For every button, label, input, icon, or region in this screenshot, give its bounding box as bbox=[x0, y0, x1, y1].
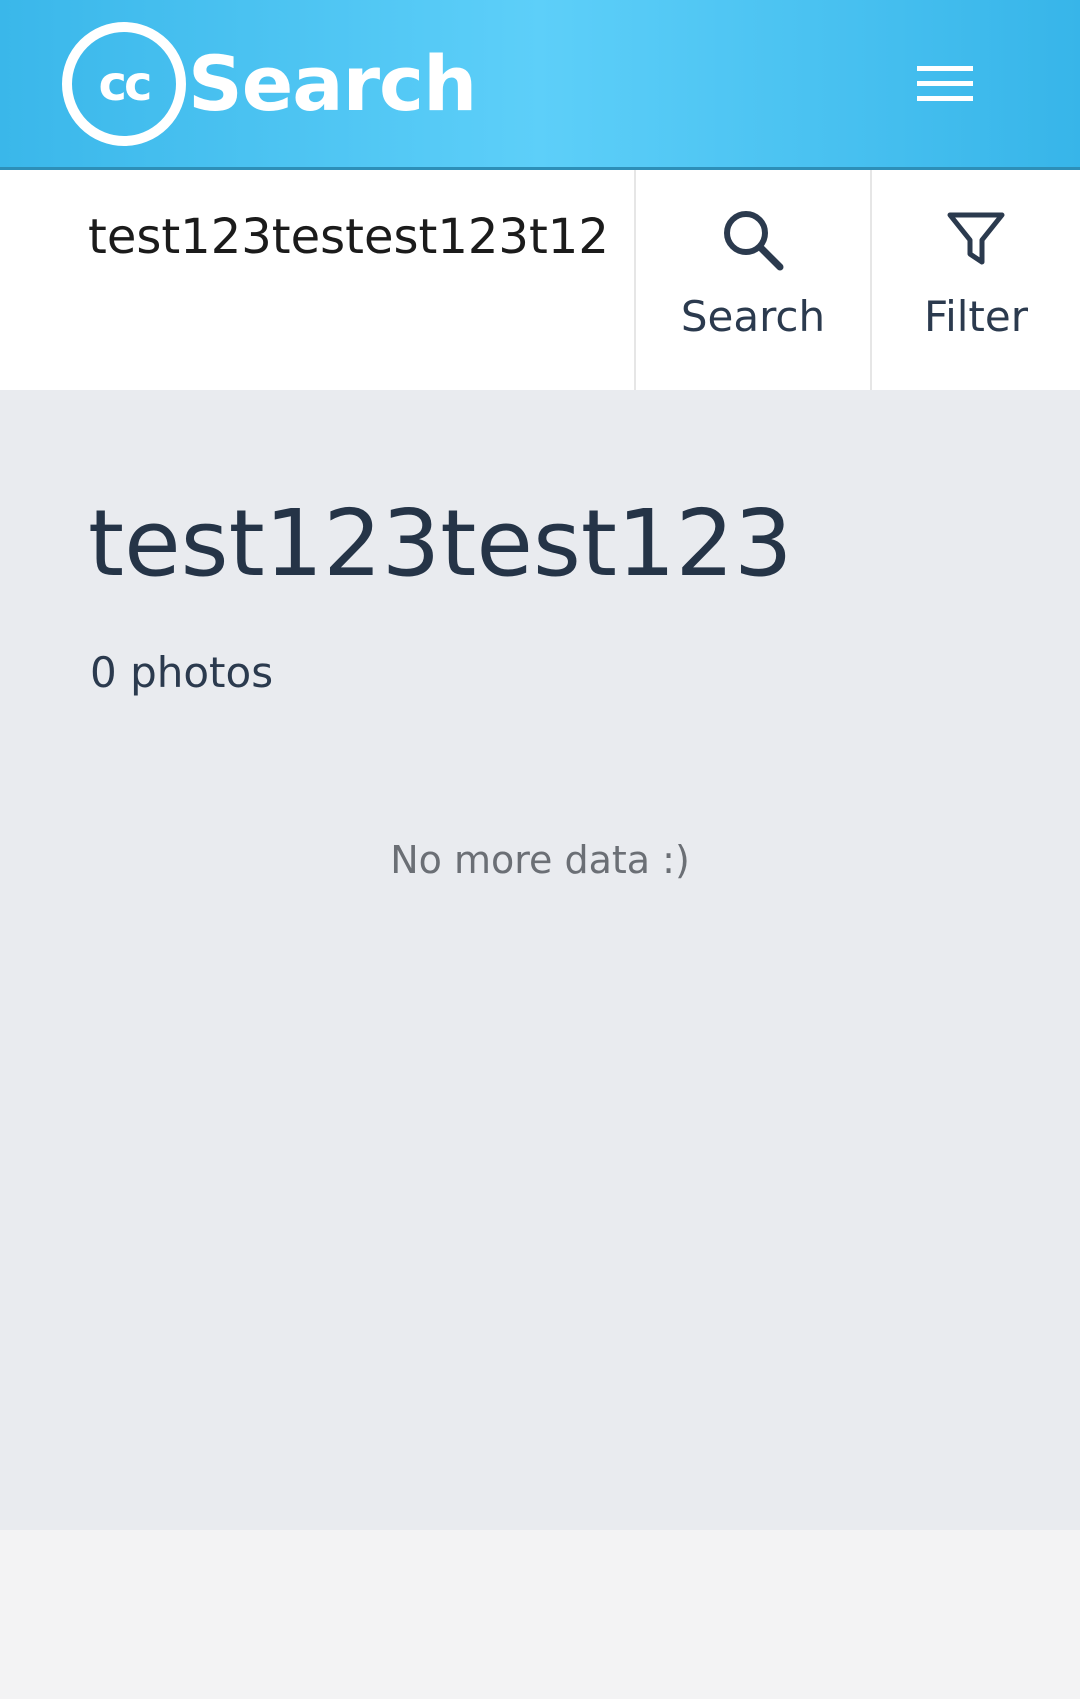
search-icon bbox=[724, 211, 784, 271]
cc-logo-icon: cc bbox=[62, 22, 186, 146]
search-bar: Search Filter bbox=[0, 170, 1080, 390]
results-panel: test123test123 0 photos No more data :) bbox=[0, 390, 1080, 1530]
hamburger-menu-button[interactable] bbox=[908, 54, 982, 114]
search-field-container bbox=[0, 170, 636, 390]
results-count: 0 photos bbox=[90, 648, 274, 697]
app-header: cc Search bbox=[0, 0, 1080, 170]
search-button-label: Search bbox=[680, 292, 826, 341]
results-query-title: test123test123 bbox=[88, 490, 793, 597]
filter-icon bbox=[947, 212, 1005, 265]
hamburger-menu-icon bbox=[917, 66, 973, 101]
page-footer-area bbox=[0, 1530, 1080, 1699]
filter-icon-wrap bbox=[946, 206, 1006, 274]
search-icon-wrap bbox=[720, 206, 786, 274]
logo-text: Search bbox=[188, 39, 477, 128]
search-button[interactable]: Search bbox=[636, 170, 872, 390]
cc-search-logo[interactable]: cc Search bbox=[62, 22, 477, 146]
filter-button-label: Filter bbox=[923, 292, 1028, 341]
end-of-results-message: No more data :) bbox=[390, 838, 690, 882]
search-input[interactable] bbox=[88, 202, 608, 272]
filter-button[interactable]: Filter bbox=[872, 170, 1080, 390]
